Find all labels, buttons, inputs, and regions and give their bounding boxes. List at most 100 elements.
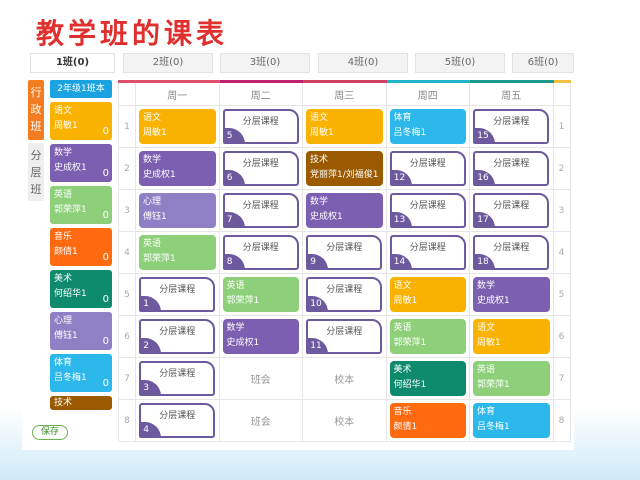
schedule-cell[interactable]: 体育 吕冬梅1 [385, 105, 470, 148]
schedule-cell[interactable]: 分层课程 10 [302, 273, 387, 316]
schedule-cell[interactable]: 数学 史成权1 [135, 147, 220, 190]
class-tab[interactable]: 2班(0) [123, 53, 213, 73]
schedule-cell[interactable]: 数学 史成权1 [302, 189, 387, 232]
course-subject: 数学 [143, 155, 162, 165]
schedule-cell[interactable]: 校本 [302, 357, 387, 400]
course-card[interactable]: 体育 吕冬梅1 [389, 109, 466, 144]
layered-course-card[interactable]: 分层课程 18 [473, 235, 550, 270]
class-tab[interactable]: 5班(0) [415, 53, 505, 73]
schedule-cell[interactable]: 音乐 颜倩1 [385, 399, 470, 442]
course-item[interactable]: 数学 史成权1 0 [50, 144, 112, 182]
tab-admin-class[interactable]: 行政班 [28, 80, 44, 140]
course-card[interactable]: 数学 史成权1 [306, 193, 383, 228]
schedule-cell[interactable]: 心理 傅钰1 [135, 189, 220, 232]
schedule-cell[interactable]: 班会 [218, 357, 303, 400]
schedule-cell[interactable]: 分层课程 16 [469, 147, 554, 190]
layered-course-label: 分层课程 [159, 369, 196, 379]
course-card[interactable]: 语文 周敏1 [306, 109, 383, 144]
layered-course-card[interactable]: 分层课程 11 [306, 319, 383, 354]
layered-course-card[interactable]: 分层课程 9 [306, 235, 383, 270]
class-tab[interactable]: 3班(0) [220, 53, 310, 73]
class-tab[interactable]: 4班(0) [318, 53, 408, 73]
course-card[interactable]: 美术 何绍华1 [389, 361, 466, 396]
schedule-cell[interactable]: 分层课程 8 [218, 231, 303, 274]
layered-course-card[interactable]: 分层课程 3 [139, 361, 216, 396]
schedule-cell[interactable]: 分层课程 6 [218, 147, 303, 190]
course-item[interactable]: 体育 吕冬梅1 0 [50, 354, 112, 392]
save-button[interactable]: 保存 [32, 425, 68, 440]
class-tab[interactable]: 6班(0) [512, 53, 574, 73]
course-card[interactable]: 语文 周敏1 [473, 319, 550, 354]
course-card[interactable]: 数学 史成权1 [222, 319, 299, 354]
course-card[interactable]: 技术 党丽萍1/刘福俊1 [306, 151, 383, 186]
layered-course-card[interactable]: 分层课程 5 [222, 109, 299, 144]
layered-course-card[interactable]: 分层课程 8 [222, 235, 299, 270]
course-card[interactable]: 音乐 颜倩1 [389, 403, 466, 438]
schedule-cell[interactable]: 分层课程 14 [385, 231, 470, 274]
period-number: 7 [118, 357, 136, 400]
schedule-cell[interactable]: 分层课程 13 [385, 189, 470, 232]
schedule-cell[interactable]: 分层课程 3 [135, 357, 220, 400]
schedule-cell[interactable]: 语文 周敏1 [385, 273, 470, 316]
schedule-cell[interactable]: 分层课程 2 [135, 315, 220, 358]
course-card[interactable]: 数学 史成权1 [139, 151, 216, 186]
layered-course-card[interactable]: 分层课程 17 [473, 193, 550, 228]
layered-course-card[interactable]: 分层课程 10 [306, 277, 383, 312]
course-item[interactable]: 音乐 颜倩1 0 [50, 228, 112, 266]
schedule-cell[interactable]: 校本 [302, 399, 387, 442]
schedule-cell[interactable]: 分层课程 5 [218, 105, 303, 148]
course-card[interactable]: 心理 傅钰1 [139, 193, 216, 228]
layered-course-card[interactable]: 分层课程 7 [222, 193, 299, 228]
course-card[interactable]: 英语 郭荣萍1 [389, 319, 466, 354]
schedule-cell[interactable]: 英语 郭荣萍1 [469, 357, 554, 400]
layered-course-card[interactable]: 分层课程 16 [473, 151, 550, 186]
course-card[interactable]: 数学 史成权1 [473, 277, 550, 312]
layered-course-card[interactable]: 分层课程 4 [139, 403, 216, 438]
layered-course-card[interactable]: 分层课程 2 [139, 319, 216, 354]
layered-course-card[interactable]: 分层课程 15 [473, 109, 550, 144]
course-item[interactable]: 心理 傅钰1 0 [50, 312, 112, 350]
schedule-cell[interactable]: 数学 史成权1 [469, 273, 554, 316]
schedule-cell[interactable]: 分层课程 17 [469, 189, 554, 232]
period-number: 1 [552, 105, 571, 148]
schedule-cell[interactable]: 分层课程 12 [385, 147, 470, 190]
schedule-cell[interactable]: 分层课程 7 [218, 189, 303, 232]
schedule-cell[interactable]: 语文 周敏1 [135, 105, 220, 148]
schedule-cell[interactable]: 分层课程 18 [469, 231, 554, 274]
course-card[interactable]: 英语 郭荣萍1 [222, 277, 299, 312]
schedule-cell[interactable]: 分层课程 11 [302, 315, 387, 358]
schedule-cell[interactable]: 数学 史成权1 [218, 315, 303, 358]
layered-course-card[interactable]: 分层课程 1 [139, 277, 216, 312]
course-teacher: 史成权1 [226, 338, 260, 348]
layered-course-card[interactable]: 分层课程 6 [222, 151, 299, 186]
period-row: 7 分层课程 3 班会 校本 美术 何绍华1 英语 郭荣萍1 7 [118, 357, 571, 400]
schedule-cell[interactable]: 班会 [218, 399, 303, 442]
schedule-cell[interactable]: 分层课程 15 [469, 105, 554, 148]
tab-layered-class[interactable]: 分层班 [28, 143, 44, 201]
course-card[interactable]: 语文 周敏1 [139, 109, 216, 144]
layered-course-card[interactable]: 分层课程 13 [389, 193, 466, 228]
course-card[interactable]: 体育 吕冬梅1 [473, 403, 550, 438]
course-item[interactable]: 语文 周敏1 0 [50, 102, 112, 140]
course-card[interactable]: 语文 周敏1 [389, 277, 466, 312]
schedule-cell[interactable]: 英语 郭荣萍1 [135, 231, 220, 274]
layered-course-card[interactable]: 分层课程 12 [389, 151, 466, 186]
course-item[interactable]: 技术 [50, 396, 112, 410]
schedule-cell[interactable]: 英语 郭荣萍1 [385, 315, 470, 358]
schedule-cell[interactable]: 美术 何绍华1 [385, 357, 470, 400]
course-card[interactable]: 英语 郭荣萍1 [139, 235, 216, 270]
course-card[interactable]: 英语 郭荣萍1 [473, 361, 550, 396]
schedule-cell[interactable]: 分层课程 4 [135, 399, 220, 442]
day-header: 周一 [135, 80, 220, 106]
class-tab[interactable]: 1班(0) [30, 53, 115, 73]
layered-course-card[interactable]: 分层课程 14 [389, 235, 466, 270]
schedule-cell[interactable]: 英语 郭荣萍1 [218, 273, 303, 316]
schedule-cell[interactable]: 技术 党丽萍1/刘福俊1 [302, 147, 387, 190]
course-item[interactable]: 美术 何绍华1 0 [50, 270, 112, 308]
course-item[interactable]: 英语 郭荣萍1 0 [50, 186, 112, 224]
schedule-cell[interactable]: 分层课程 9 [302, 231, 387, 274]
schedule-cell[interactable]: 语文 周敏1 [469, 315, 554, 358]
schedule-cell[interactable]: 分层课程 1 [135, 273, 220, 316]
schedule-cell[interactable]: 语文 周敏1 [302, 105, 387, 148]
schedule-cell[interactable]: 体育 吕冬梅1 [469, 399, 554, 442]
